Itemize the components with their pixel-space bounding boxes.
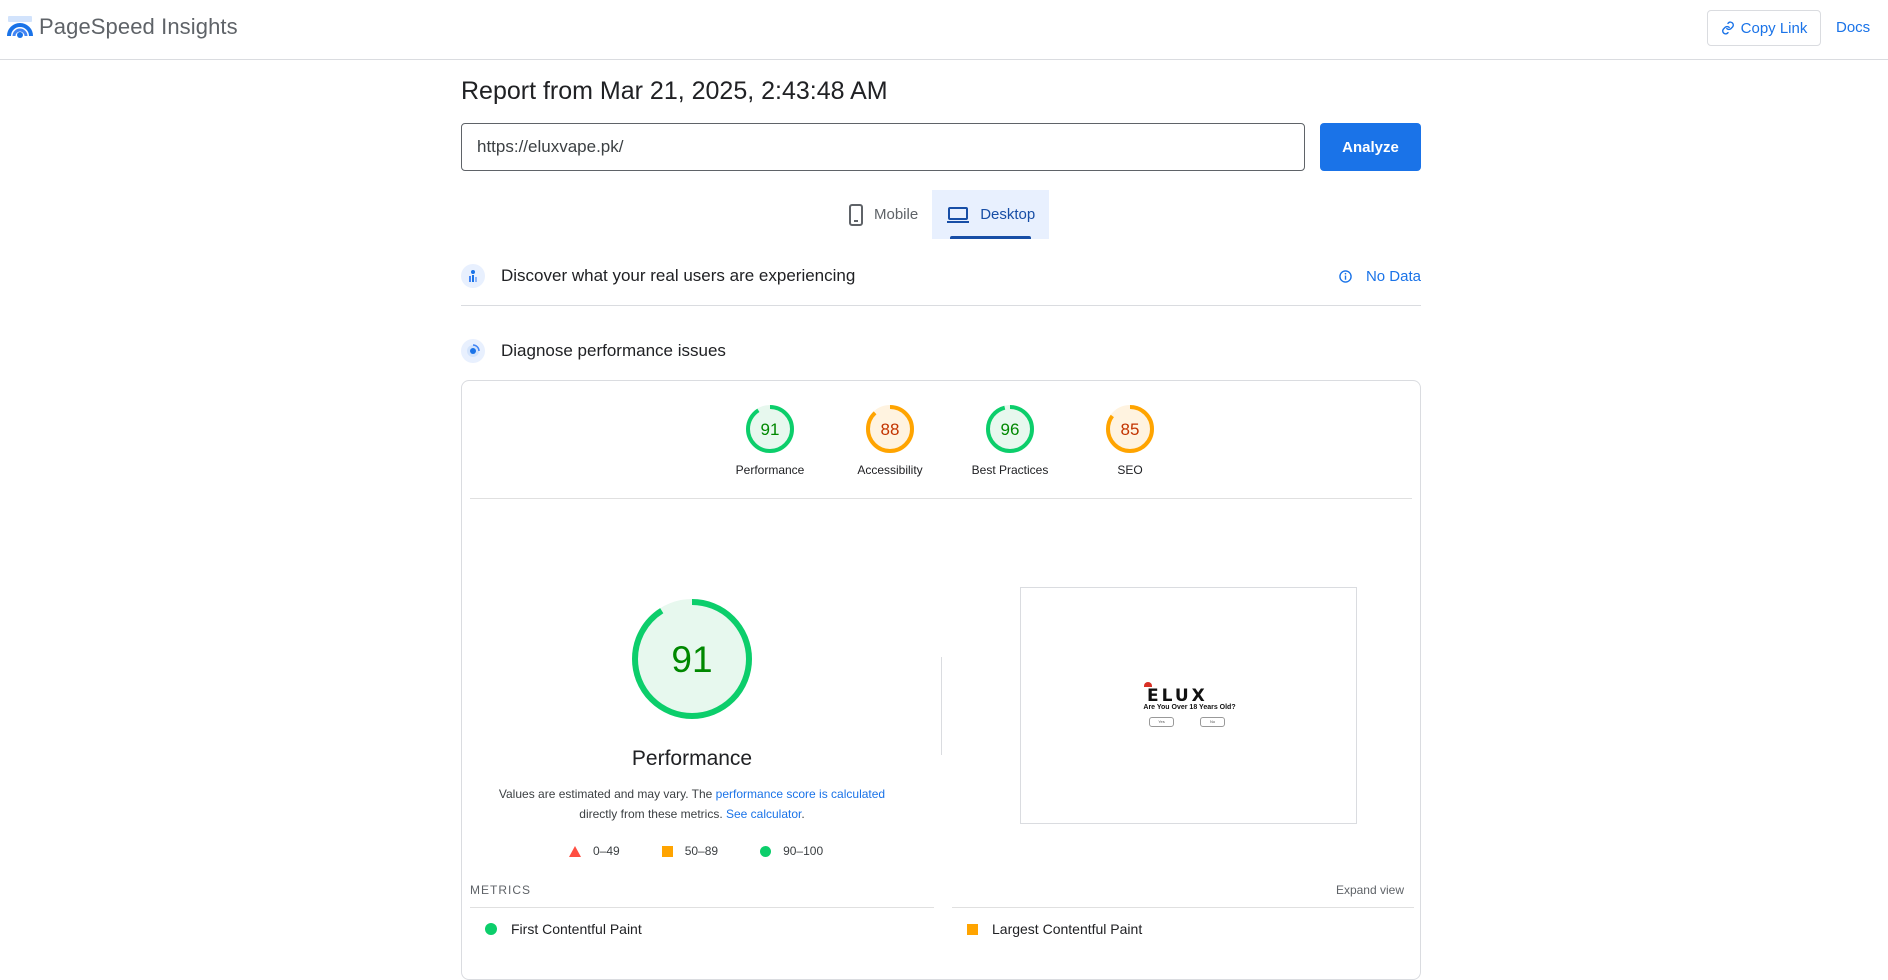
url-input[interactable] [461,123,1305,171]
score-gauges: 91 Performance 88 Accessibility 96 Best … [710,403,1190,477]
mobile-phone-icon [849,203,863,226]
score-legend: 0–49 50–89 90–100 [569,844,865,858]
tab-desktop[interactable]: Desktop [932,190,1050,239]
gauge-score: 88 [881,420,900,439]
app-name: PageSpeed Insights [39,14,238,39]
legend-label: 90–100 [783,844,824,858]
performance-title: Performance [631,747,753,770]
report-title: Report from Mar 21, 2025, 2:43:48 AM [461,77,888,105]
performance-gauge: 91 [632,599,752,719]
no-data-link[interactable]: No Data [1339,268,1421,285]
vertical-divider [941,657,942,755]
gauge-ring: 96 [986,405,1034,453]
legend-label: 0–49 [593,844,620,858]
santa-hat-icon [1144,682,1152,687]
note-text: directly from these metrics. [579,807,726,821]
good-circle-icon [485,923,497,935]
analyze-button[interactable]: Analyze [1320,123,1421,171]
copy-link-label: Copy Link [1740,19,1808,37]
expand-view-toggle[interactable]: Expand view [1336,883,1404,897]
gauge-label: Accessibility [857,463,923,477]
report-card: 91 Performance 88 Accessibility 96 Best … [461,380,1421,980]
metrics-label: METRICS [470,883,531,897]
legend-average: 50–89 [661,844,719,858]
score-calculated-link[interactable]: performance score is calculated [716,787,885,801]
square-icon [661,845,673,857]
copy-link-button[interactable]: Copy Link [1707,10,1821,46]
top-bar: PageSpeed Insights Copy Link Docs [0,0,1888,60]
gauge-score: 85 [1121,420,1140,439]
age-buttons: Yes No [1149,717,1251,727]
legend-label: 50–89 [684,844,719,858]
pagespeed-logo-icon [7,16,33,38]
note-text: Values are estimated and may vary. The [498,787,716,801]
performance-score: 91 [671,639,712,680]
device-tabs: Mobile Desktop [834,190,1050,239]
gauge-ring: 91 [746,405,794,453]
field-data-title: Discover what your real users are experi… [501,266,856,285]
logo-text: ELUX [1147,686,1208,706]
gauge-ring: 88 [866,405,914,453]
diagnose-section: Diagnose performance issues [461,339,1421,363]
metrics-divider [952,907,1414,908]
performance-note: Values are estimated and may vary. The p… [482,784,902,824]
info-icon [1339,269,1352,283]
gauge-seo[interactable]: 85 SEO [1070,403,1190,477]
field-data-icon [461,264,485,288]
field-data-section: Discover what your real users are experi… [461,264,1421,288]
average-square-icon [967,923,978,935]
legend-poor: 0–49 [569,844,620,858]
gauge-score: 91 [761,420,780,439]
screenshot-logo: ELUX [1144,682,1208,706]
gauge-label: SEO [1117,463,1143,477]
page-screenshot[interactable]: ELUX Are You Over 18 Years Old? Yes No [1020,587,1357,824]
circle-icon [760,845,772,857]
see-calculator-link[interactable]: See calculator [726,807,801,821]
legend-good: 90–100 [760,844,823,858]
gauge-performance[interactable]: 91 Performance [710,403,830,477]
card-divider [470,498,1412,499]
metrics-divider [470,907,934,908]
diagnose-icon [461,339,485,363]
brand[interactable]: PageSpeed Insights [7,14,238,40]
laptop-icon [947,206,970,223]
section-divider [461,305,1421,306]
tab-desktop-label: Desktop [980,206,1036,223]
age-question: Are You Over 18 Years Old? [1143,704,1236,711]
gauge-label: Performance [735,463,805,477]
gauge-score: 96 [1001,420,1020,439]
gauge-best-practices[interactable]: 96 Best Practices [950,403,1070,477]
diagnose-title: Diagnose performance issues [501,341,726,360]
note-text: . [801,807,805,821]
gauge-accessibility[interactable]: 88 Accessibility [830,403,950,477]
tab-mobile[interactable]: Mobile [834,190,932,239]
no-button: No [1200,717,1225,727]
triangle-icon [569,845,581,857]
link-icon [1721,21,1734,35]
yes-button: Yes [1149,717,1174,727]
docs-link[interactable]: Docs [1836,19,1870,36]
gauge-ring: 85 [1106,405,1154,453]
no-data-label: No Data [1365,267,1421,285]
tab-mobile-label: Mobile [874,206,919,223]
gauge-label: Best Practices [971,463,1049,477]
